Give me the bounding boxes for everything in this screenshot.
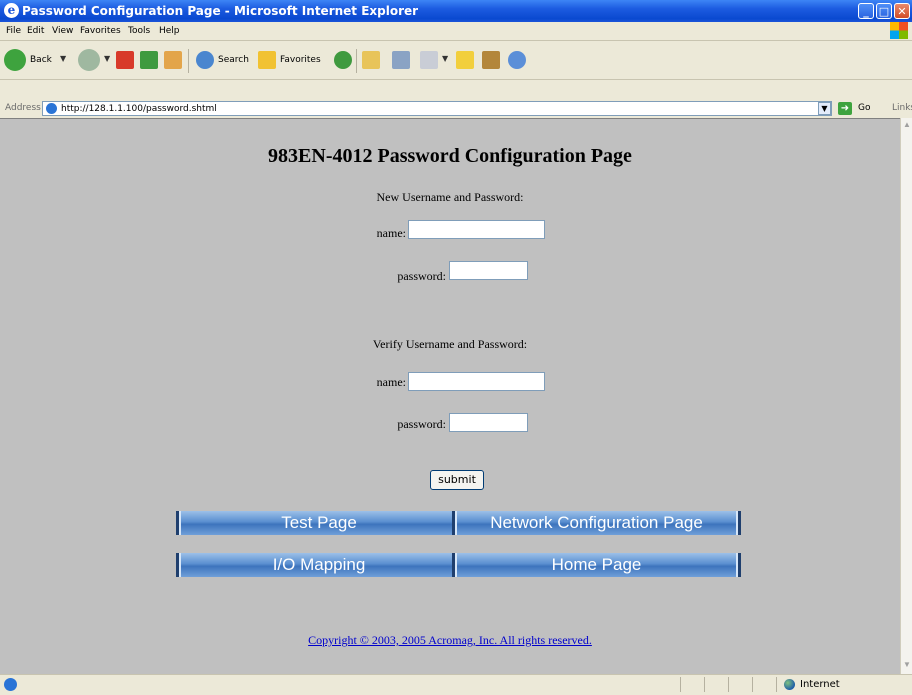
network-configuration-button[interactable]: Network Configuration Page (452, 511, 741, 535)
new-name-input[interactable] (408, 220, 545, 239)
folder-icon[interactable] (456, 51, 474, 69)
favorites-icon[interactable] (258, 51, 276, 69)
status-divider (680, 677, 681, 692)
ie-logo-icon: e (4, 3, 19, 18)
print-icon[interactable] (392, 51, 410, 69)
go-button[interactable]: Go (858, 103, 870, 113)
new-credentials-heading: New Username and Password: (376, 190, 524, 204)
minimize-icon[interactable]: _ (858, 3, 874, 19)
verify-credentials-heading: Verify Username and Password: (372, 337, 528, 351)
history-icon[interactable] (334, 51, 352, 69)
go-arrow-icon[interactable]: ➜ (838, 102, 852, 115)
back-icon[interactable] (4, 49, 26, 71)
maximize-icon[interactable]: □ (876, 3, 892, 19)
new-password-input[interactable] (449, 261, 528, 280)
window-title-bar: e Password Configuration Page - Microsof… (0, 0, 912, 22)
address-dropdown-icon[interactable]: ▼ (818, 102, 831, 115)
back-dropdown-icon[interactable]: ▼ (60, 54, 66, 63)
security-zone-label: Internet (800, 679, 840, 690)
menu-help[interactable]: Help (159, 26, 180, 36)
research-icon[interactable] (482, 51, 500, 69)
stop-icon[interactable] (116, 51, 134, 69)
address-label: Address (5, 103, 41, 113)
internet-zone-icon (784, 679, 795, 690)
home-page-button[interactable]: Home Page (452, 553, 741, 577)
refresh-icon[interactable] (140, 51, 158, 69)
verify-password-label: password: (397, 417, 446, 431)
status-divider (728, 677, 729, 692)
submit-button[interactable]: submit (430, 470, 484, 490)
windows-flag-icon (890, 22, 908, 39)
page-content: 983EN-4012 Password Configuration Page N… (0, 118, 900, 675)
window-title: Password Configuration Page - Microsoft … (22, 4, 419, 18)
page-title: 983EN-4012 Password Configuration Page (268, 145, 632, 167)
home-icon[interactable] (164, 51, 182, 69)
status-bar: Internet (0, 674, 912, 695)
back-label[interactable]: Back (30, 55, 52, 65)
toolbar-divider (188, 49, 189, 73)
edit-dropdown-icon[interactable]: ▼ (442, 54, 448, 63)
copyright-link[interactable]: Copyright © 2003, 2005 Acromag, Inc. All… (0, 633, 900, 648)
address-input[interactable]: http://128.1.1.100/password.shtml (42, 101, 832, 116)
scroll-up-icon[interactable]: ▲ (902, 120, 912, 132)
menu-view[interactable]: View (52, 26, 73, 36)
toolbar: Back ▼ ▼ Search Favorites ▼ (0, 41, 912, 80)
links-button[interactable]: Links (892, 103, 912, 113)
verify-name-input[interactable] (408, 372, 545, 391)
new-password-label: password: (397, 269, 446, 283)
menu-tools[interactable]: Tools (128, 26, 150, 36)
edit-icon[interactable] (420, 51, 438, 69)
messenger-icon[interactable] (508, 51, 526, 69)
io-mapping-button[interactable]: I/O Mapping (176, 553, 462, 577)
test-page-button[interactable]: Test Page (176, 511, 462, 535)
mail-icon[interactable] (362, 51, 380, 69)
search-label[interactable]: Search (218, 55, 249, 65)
close-icon[interactable]: ✕ (894, 3, 910, 19)
status-divider (752, 677, 753, 692)
new-name-label: name: (376, 226, 406, 240)
verify-name-label: name: (376, 375, 406, 389)
forward-dropdown-icon[interactable]: ▼ (104, 54, 110, 63)
menu-favorites[interactable]: Favorites (80, 26, 121, 36)
page-status-icon (4, 678, 17, 691)
favorites-label[interactable]: Favorites (280, 55, 321, 65)
scroll-down-icon[interactable]: ▼ (902, 660, 912, 672)
search-icon[interactable] (196, 51, 214, 69)
page-icon (46, 103, 57, 114)
address-url[interactable]: http://128.1.1.100/password.shtml (61, 104, 217, 114)
menu-file[interactable]: File (6, 26, 21, 36)
status-divider (704, 677, 705, 692)
vertical-scrollbar[interactable]: ▲ ▼ (900, 118, 912, 674)
status-divider (776, 677, 777, 692)
verify-password-input[interactable] (449, 413, 528, 432)
menu-edit[interactable]: Edit (27, 26, 44, 36)
menu-bar: File Edit View Favorites Tools Help (0, 22, 912, 41)
address-bar: Address http://128.1.1.100/password.shtm… (0, 100, 912, 118)
forward-icon[interactable] (78, 49, 100, 71)
toolbar-divider (356, 49, 357, 73)
